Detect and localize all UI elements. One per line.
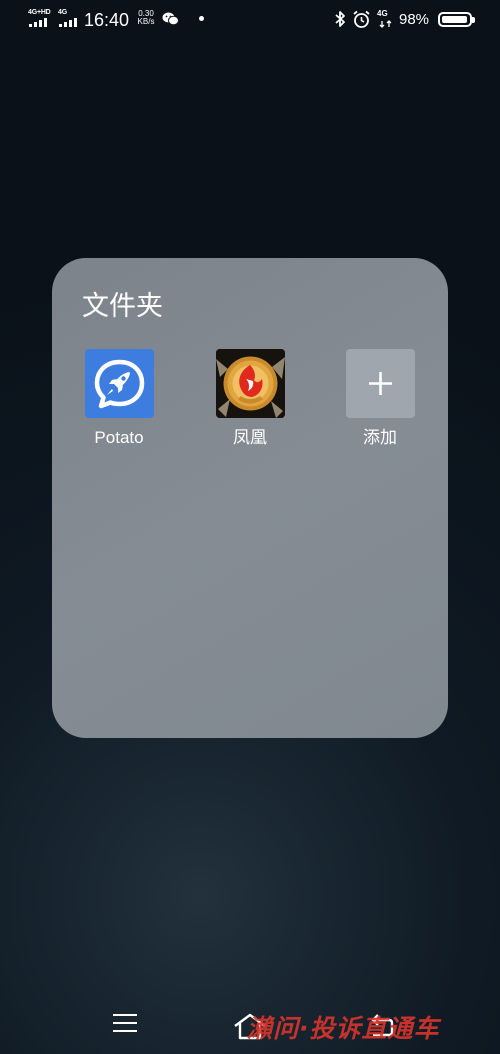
bluetooth-icon <box>335 11 345 27</box>
battery-fill <box>442 16 468 23</box>
phoenix-app-icon[interactable] <box>215 349 285 418</box>
clock: 16:40 <box>84 10 130 30</box>
data-network-icon: 4G <box>377 9 395 29</box>
rocket-chat-icon[interactable] <box>84 349 154 418</box>
sim2-network-label: 4G <box>58 9 67 16</box>
alarm-icon <box>353 10 370 28</box>
folder-title[interactable]: 文件夹 <box>82 290 163 324</box>
app-folder: 文件夹 Potato 凤凰 添加 <box>52 258 448 738</box>
app-label-add: 添加 <box>363 428 397 447</box>
sim1-network-label: 4G+HD <box>28 9 51 16</box>
add-app-button[interactable]: 添加 <box>325 349 435 448</box>
app-label-phoenix: 凤凰 <box>233 428 267 447</box>
status-bar: 4G+HD 4G 16:40 0.30 KB/s 4G 98% <box>0 0 500 40</box>
wechat-icon <box>162 12 179 26</box>
network-speed: 0.30 KB/s <box>134 10 158 26</box>
data-network-label: 4G <box>377 9 388 18</box>
battery-icon <box>438 12 475 27</box>
menu-icon[interactable] <box>113 1014 137 1034</box>
app-phoenix[interactable]: 凤凰 <box>195 349 305 448</box>
app-potato[interactable]: Potato <box>64 349 174 448</box>
battery-percent: 98% <box>399 11 430 28</box>
plus-icon[interactable] <box>345 349 415 418</box>
watermark-text: 瀨问·投诉直通车 <box>247 1014 440 1043</box>
network-speed-unit: KB/s <box>137 17 155 26</box>
sim2-signal-icon: 4G <box>58 9 82 29</box>
app-label-potato: Potato <box>94 428 144 447</box>
sim1-signal-icon: 4G+HD <box>28 9 52 29</box>
notification-dot <box>199 16 204 21</box>
